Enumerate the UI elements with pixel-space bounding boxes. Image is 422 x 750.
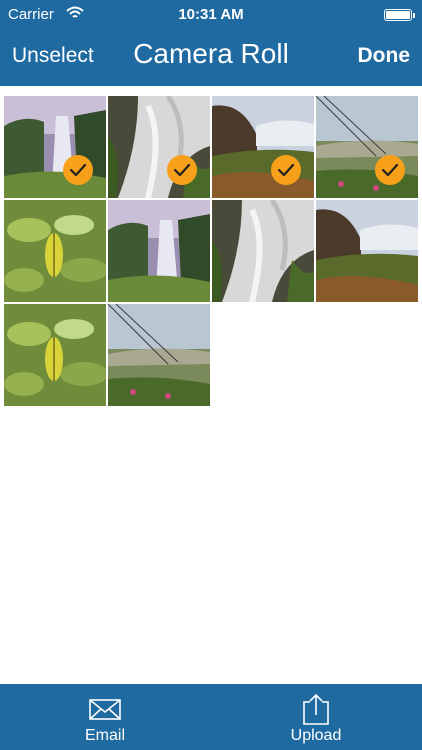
- upload-label: Upload: [290, 727, 342, 744]
- bottom-toolbar: Email Upload: [0, 684, 422, 750]
- photo-thumbnail[interactable]: [212, 200, 314, 302]
- checkmark-icon: [63, 155, 93, 185]
- email-label: Email: [84, 727, 125, 744]
- navigation-bar: Unselect Camera Roll Done: [0, 30, 422, 86]
- photo-thumbnail[interactable]: [316, 200, 418, 302]
- photo-thumbnail[interactable]: [108, 200, 210, 302]
- battery-icon: [384, 9, 415, 21]
- email-button[interactable]: Email: [45, 684, 165, 750]
- checkmark-icon: [375, 155, 405, 185]
- checkmark-icon: [167, 155, 197, 185]
- photo-image: [212, 200, 314, 302]
- status-bar: Carrier 10:31 AM: [0, 0, 422, 30]
- done-button[interactable]: Done: [358, 44, 411, 68]
- photo-image: [4, 200, 106, 302]
- photo-thumbnail[interactable]: [108, 96, 210, 198]
- photo-thumbnail[interactable]: [4, 304, 106, 406]
- upload-icon: [303, 693, 329, 725]
- photo-thumbnail[interactable]: [4, 200, 106, 302]
- status-time: 10:31 AM: [178, 6, 244, 23]
- photo-image: [108, 304, 210, 406]
- checkmark-icon: [271, 155, 301, 185]
- photo-thumbnail[interactable]: [316, 96, 418, 198]
- envelope-icon: [89, 699, 121, 720]
- photo-image: [4, 304, 106, 406]
- top-bar: Carrier 10:31 AM Unselect Camera Roll Do…: [0, 0, 422, 86]
- photo-thumbnail[interactable]: [212, 96, 314, 198]
- photo-thumbnail[interactable]: [108, 304, 210, 406]
- photo-image: [316, 200, 418, 302]
- photo-thumbnail[interactable]: [4, 96, 106, 198]
- photo-image: [108, 200, 210, 302]
- upload-button[interactable]: Upload: [256, 684, 376, 750]
